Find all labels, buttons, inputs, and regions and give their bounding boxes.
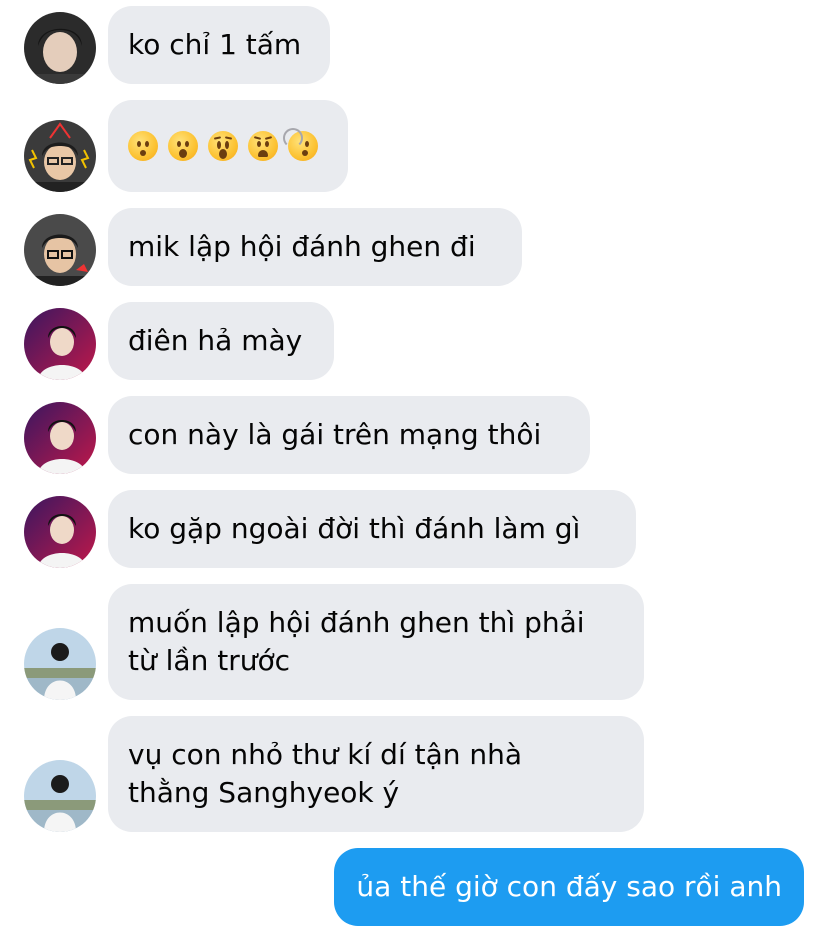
message-row: ko chỉ 1 tấm — [0, 6, 828, 86]
message-row: mik lập hội đánh ghen đi — [0, 208, 828, 286]
chat-thread: ko chỉ 1 tấm mik lập hội đánh ghen đi đi… — [0, 0, 828, 932]
anguished-face-emoji — [248, 131, 278, 161]
message-row: muốn lập hội đánh ghen thì phải từ lần t… — [0, 584, 828, 700]
message-bubble[interactable]: điên hả mày — [108, 302, 334, 380]
emoji-reaction-list — [128, 100, 328, 192]
avatar[interactable] — [24, 214, 96, 286]
message-text: con này là gái trên mạng thôi — [128, 418, 542, 451]
avatar[interactable] — [24, 12, 96, 84]
message-row: điên hả mày — [0, 302, 828, 380]
message-bubble[interactable]: con này là gái trên mạng thôi — [108, 396, 590, 474]
avatar[interactable] — [24, 628, 96, 700]
dizzy-face-emoji — [283, 128, 318, 161]
message-text-line: vụ con nhỏ thư kí dí tận nhà — [128, 738, 523, 771]
avatar[interactable] — [24, 760, 96, 832]
message-text: ko gặp ngoài đời thì đánh làm gì — [128, 512, 581, 545]
message-bubble[interactable]: ko chỉ 1 tấm — [108, 6, 330, 84]
avatar[interactable] — [24, 496, 96, 568]
message-bubble[interactable]: mik lập hội đánh ghen đi — [108, 208, 522, 286]
message-text-line: thằng Sanghyeok ý — [128, 776, 400, 809]
open-mouth-face-emoji — [168, 131, 198, 161]
astonished-face-emoji — [208, 131, 238, 161]
message-bubble[interactable]: muốn lập hội đánh ghen thì phải từ lần t… — [108, 584, 644, 700]
message-row: ko gặp ngoài đời thì đánh làm gì — [0, 490, 828, 568]
message-bubble[interactable]: ko gặp ngoài đời thì đánh làm gì — [108, 490, 636, 568]
message-bubble[interactable]: vụ con nhỏ thư kí dí tận nhà thằng Sangh… — [108, 716, 644, 832]
message-text-line: từ lần trước — [128, 644, 290, 677]
message-text: ko chỉ 1 tấm — [128, 28, 302, 61]
message-text: điên hả mày — [128, 324, 303, 357]
sent-message-bubble[interactable]: ủa thế giờ con đấy sao rồi anh — [334, 848, 804, 926]
message-bubble[interactable] — [108, 100, 348, 192]
message-row — [0, 100, 828, 192]
hushed-face-emoji — [128, 131, 158, 161]
message-row: vụ con nhỏ thư kí dí tận nhà thằng Sangh… — [0, 716, 828, 832]
sent-message-text: ủa thế giờ con đấy sao rồi anh — [356, 870, 782, 903]
avatar[interactable] — [24, 308, 96, 380]
avatar[interactable] — [24, 402, 96, 474]
message-row: con này là gái trên mạng thôi — [0, 396, 828, 474]
message-text: mik lập hội đánh ghen đi — [128, 230, 476, 263]
avatar[interactable] — [24, 120, 96, 192]
message-text-line: muốn lập hội đánh ghen thì phải — [128, 606, 585, 639]
